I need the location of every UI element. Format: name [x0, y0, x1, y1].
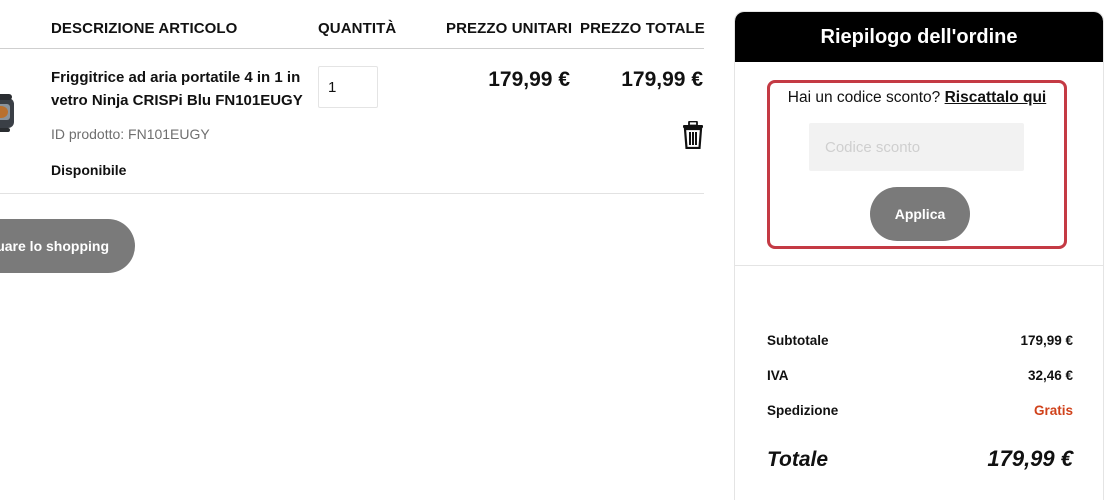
product-thumbnail[interactable] [0, 84, 16, 138]
total-row: Totale 179,99 € [767, 446, 1073, 472]
unit-price: 179,99 € [488, 68, 570, 91]
column-header-total-price: PREZZO TOTALE [580, 20, 705, 37]
apply-discount-button[interactable]: Applica [870, 187, 970, 241]
total-value: 179,99 € [987, 446, 1073, 471]
vat-value: 32,46 € [1027, 368, 1073, 383]
order-summary-title: Riepilogo dell'ordine [735, 12, 1103, 62]
total-label: Totale [767, 448, 829, 471]
quantity-input[interactable] [318, 66, 378, 108]
cart-table: DESCRIZIONE ARTICOLO QUANTITÀ PREZZO UNI… [0, 0, 705, 500]
header-divider [0, 48, 704, 49]
subtotal-label: Subtotale [767, 333, 829, 348]
redeem-discount-link[interactable]: Riscattalo qui [945, 89, 1047, 106]
vat-label: IVA [767, 368, 789, 383]
subtotal-row: Subtotale 179,99 € [767, 333, 1073, 348]
row-divider [0, 193, 704, 194]
total-price: 179,99 € [621, 68, 703, 91]
continue-shopping-button[interactable]: uare lo shopping [0, 219, 135, 273]
vat-row: IVA 32,46 € [767, 368, 1073, 383]
column-header-description: DESCRIZIONE ARTICOLO [51, 20, 238, 37]
shipping-row: Spedizione Gratis [767, 403, 1073, 418]
order-summary-panel: Riepilogo dell'ordine Hai un codice scon… [734, 11, 1104, 500]
cart-page: DESCRIZIONE ARTICOLO QUANTITÀ PREZZO UNI… [0, 0, 1109, 500]
discount-prompt: Hai un codice sconto? Riscattalo qui [770, 89, 1064, 107]
column-header-quantity: QUANTITÀ [318, 20, 397, 37]
product-id: ID prodotto: FN101EUGY [51, 126, 210, 142]
trash-icon[interactable] [682, 121, 704, 149]
summary-divider [735, 265, 1103, 266]
column-header-unit-price: PREZZO UNITARI [446, 20, 573, 37]
shipping-value: Gratis [1033, 403, 1073, 418]
subtotal-value: 179,99 € [1020, 333, 1073, 348]
discount-prompt-text: Hai un codice sconto? [787, 89, 941, 106]
product-name[interactable]: Friggitrice ad aria portatile 4 in 1 in … [51, 66, 306, 112]
discount-code-section: Hai un codice sconto? Riscattalo qui App… [767, 80, 1067, 249]
shipping-label: Spedizione [767, 403, 839, 418]
discount-code-input[interactable] [809, 123, 1024, 171]
availability-status: Disponibile [51, 162, 127, 178]
